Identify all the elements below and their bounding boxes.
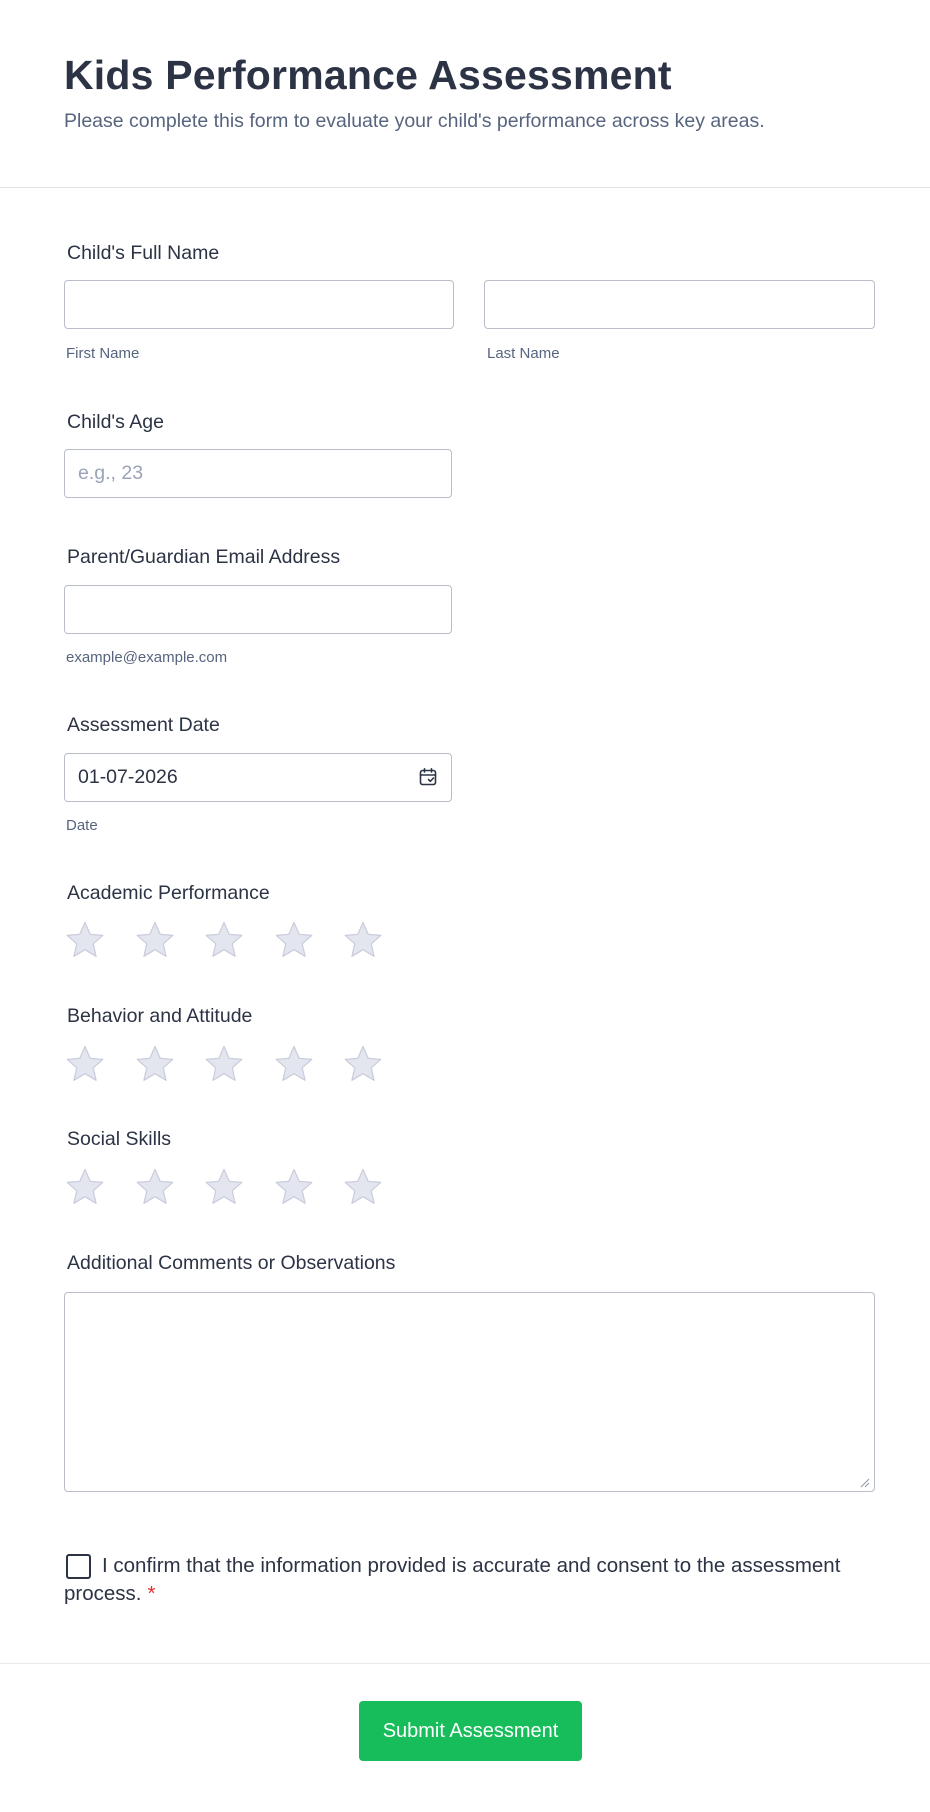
- star-icon[interactable]: [203, 1043, 245, 1085]
- comments-textarea[interactable]: [64, 1292, 875, 1492]
- assessment-date-label: Assessment Date: [67, 714, 220, 736]
- assessment-date-input[interactable]: [64, 753, 452, 802]
- comments-label: Additional Comments or Observations: [67, 1252, 396, 1274]
- social-skills-label: Social Skills: [67, 1128, 172, 1150]
- last-name-input[interactable]: [484, 280, 875, 329]
- first-name-input[interactable]: [64, 280, 454, 329]
- star-icon[interactable]: [134, 1166, 176, 1208]
- star-icon[interactable]: [134, 919, 176, 961]
- form-header: Kids Performance Assessment Please compl…: [0, 0, 930, 188]
- star-icon[interactable]: [64, 919, 106, 961]
- consent-statement: I confirm that the information provided …: [64, 1552, 854, 1608]
- resize-grip-icon[interactable]: [858, 1475, 870, 1488]
- star-icon[interactable]: [342, 919, 384, 961]
- calendar-icon[interactable]: [418, 767, 438, 787]
- age-label: Child's Age: [67, 411, 164, 433]
- star-icon[interactable]: [342, 1043, 384, 1085]
- full-name-label: Child's Full Name: [67, 242, 220, 264]
- behavior-attitude-rating: [64, 1043, 412, 1085]
- academic-performance-rating: [64, 919, 412, 961]
- social-skills-rating: [64, 1166, 412, 1208]
- star-icon[interactable]: [64, 1166, 106, 1208]
- consent-text: I confirm that the information provided …: [64, 1554, 841, 1605]
- star-icon[interactable]: [273, 1166, 315, 1208]
- star-icon[interactable]: [273, 1043, 315, 1085]
- academic-performance-label: Academic Performance: [67, 882, 270, 904]
- date-sublabel: Date: [66, 817, 98, 834]
- email-sublabel: example@example.com: [66, 649, 228, 666]
- star-icon[interactable]: [342, 1166, 384, 1208]
- behavior-attitude-label: Behavior and Attitude: [67, 1005, 253, 1027]
- first-name-sublabel: First Name: [66, 345, 140, 362]
- page-subtitle: Please complete this form to evaluate yo…: [64, 110, 765, 132]
- page-title: Kids Performance Assessment: [64, 52, 672, 98]
- star-icon[interactable]: [273, 919, 315, 961]
- star-icon[interactable]: [203, 1166, 245, 1208]
- star-icon[interactable]: [134, 1043, 176, 1085]
- last-name-sublabel: Last Name: [487, 345, 560, 362]
- star-icon[interactable]: [64, 1043, 106, 1085]
- star-icon[interactable]: [203, 919, 245, 961]
- email-label: Parent/Guardian Email Address: [67, 546, 341, 568]
- age-input[interactable]: [64, 449, 452, 498]
- email-input[interactable]: [64, 585, 452, 634]
- required-asterisk: *: [147, 1582, 156, 1605]
- submit-button[interactable]: Submit Assessment: [359, 1701, 582, 1761]
